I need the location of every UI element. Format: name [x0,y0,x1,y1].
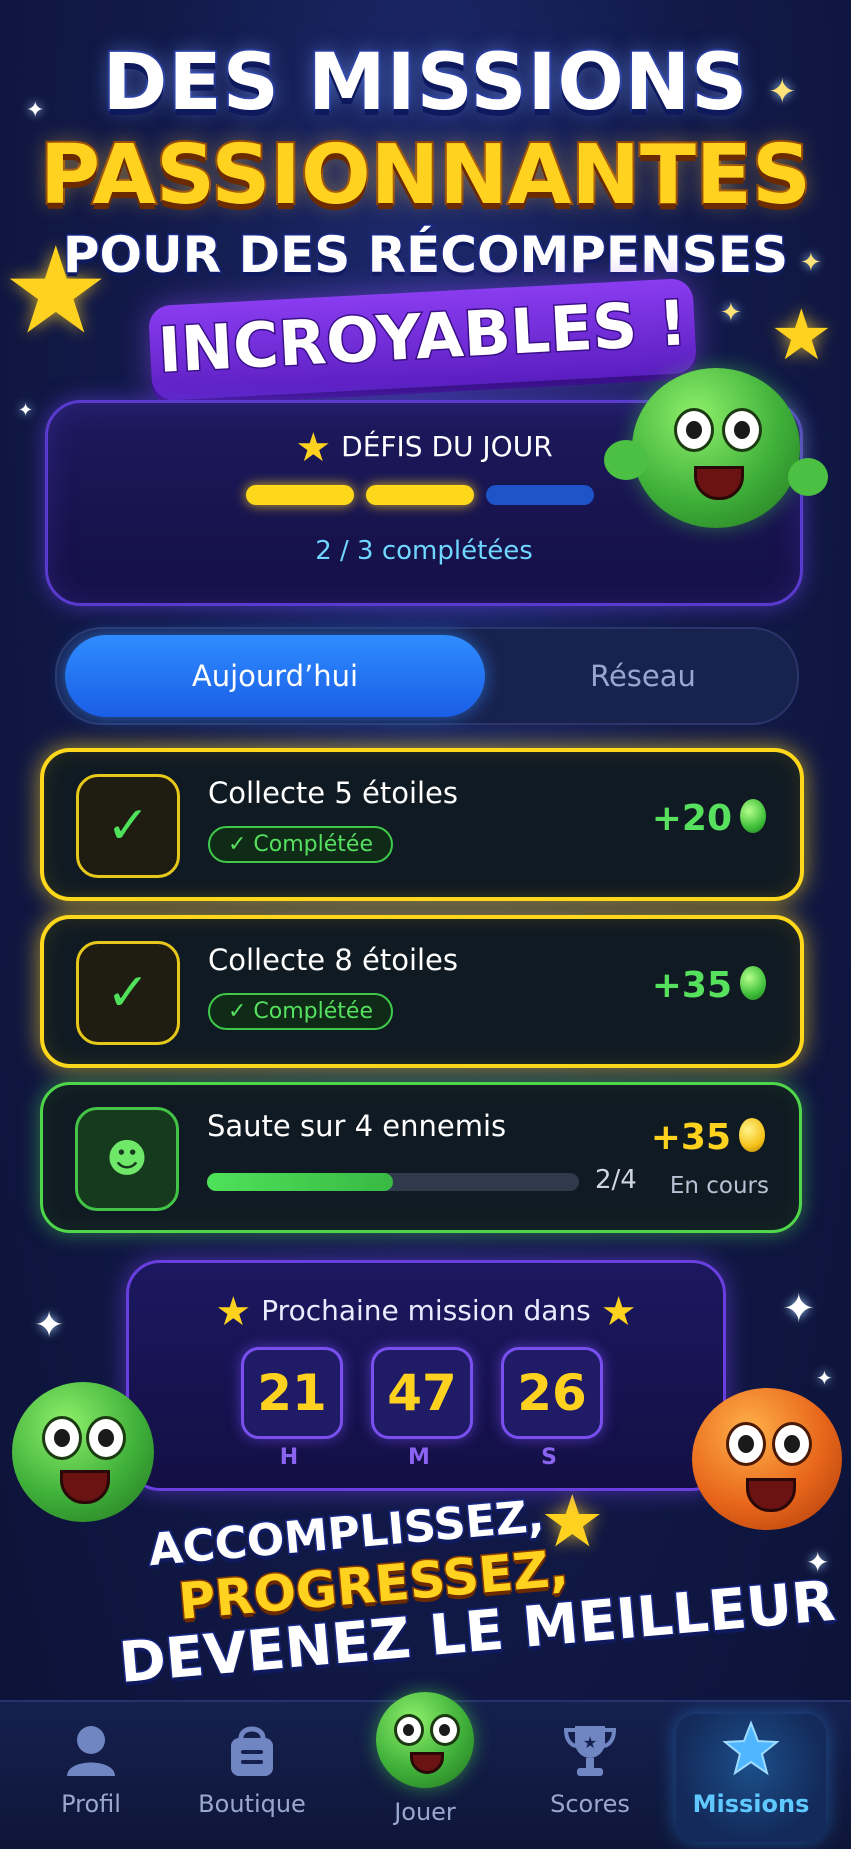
shop-bag-icon [231,1726,273,1776]
tab-network[interactable]: Réseau [497,635,789,717]
daily-progress-segment [246,485,354,505]
nav-label: Scores [550,1790,630,1818]
mission-tabs: Aujourd’hui Réseau [55,627,799,725]
sparkle-icon: ✦ [782,1286,816,1332]
profile-icon [67,1726,115,1776]
mission-reward: +20 [652,798,766,839]
nav-label: Jouer [394,1798,456,1826]
nav-scores[interactable]: ★ Scores [515,1702,665,1849]
next-mission-countdown: ★ Prochaine mission dans ★ 21 47 26 H M S [126,1260,726,1491]
nav-label: Missions [692,1790,810,1818]
sparkle-icon: ✦ [34,1305,65,1346]
nav-missions[interactable]: Missions [676,1714,826,1842]
star-icon: ★ [215,1289,252,1335]
mission-status: En cours [669,1173,769,1199]
mission-card[interactable]: ☻ Saute sur 4 ennemis 2/4 +35 En cours [40,1082,802,1233]
mission-card[interactable]: ✓ Collecte 8 étoiles ✓ Complétée +35 [40,915,804,1068]
trophy-icon: ★ [563,1726,617,1776]
mascot-hand [604,440,648,480]
mission-title: Collecte 8 étoiles [208,943,459,977]
green-mascot [12,1382,154,1522]
sparkle-icon: ✦ [720,298,742,328]
nav-shop[interactable]: Boutique [177,1702,327,1849]
completed-badge: ✓ Complétée [208,826,393,863]
mission-progress-bar [207,1173,579,1191]
countdown-hours: 21 [241,1347,343,1439]
check-icon: ✓ [76,774,180,878]
mission-title: Saute sur 4 ennemis [207,1109,507,1143]
green-mascot [632,368,800,528]
enemy-icon: ☻ [75,1107,179,1211]
mission-reward: +35 [651,1117,765,1158]
nav-play[interactable]: Jouer [350,1692,500,1849]
daily-title-text: DÉFIS DU JOUR [341,430,553,463]
completed-badge: ✓ Complétée [208,993,393,1030]
star-icon: ★ [295,425,332,471]
sparkle-icon: ✦ [18,400,34,421]
mascot-hand [788,458,828,496]
countdown-title: ★ Prochaine mission dans ★ [129,1289,723,1335]
nav-profile[interactable]: Profil [16,1702,166,1849]
orange-mascot [692,1388,842,1530]
nav-label: Boutique [198,1790,306,1818]
hours-label: H [279,1445,299,1470]
daily-progress-segment [486,485,594,505]
sparkle-icon: ✦ [816,1366,833,1390]
minutes-label: M [408,1445,430,1470]
mission-progress-fill [207,1173,393,1191]
check-icon: ✓ [76,941,180,1045]
reward-amount: +35 [651,965,732,1006]
reward-amount: +20 [651,798,732,839]
mission-title: Collecte 5 étoiles [208,776,459,810]
bottom-nav: Profil Boutique Jouer ★ Scores Missions [0,1692,851,1849]
daily-progress-segment [366,485,474,505]
star-icon [722,1720,780,1776]
daily-completed-count: 2 / 3 complétées [315,536,533,566]
nav-label: Profil [61,1790,121,1818]
gem-icon [740,966,766,1000]
countdown-minutes: 47 [371,1347,473,1439]
svg-text:★: ★ [583,1733,597,1752]
star-icon: ★ [770,294,833,376]
countdown-title-text: Prochaine mission dans [261,1294,591,1327]
gem-icon [740,799,766,833]
mission-card[interactable]: ✓ Collecte 5 étoiles ✓ Complétée +20 [40,748,804,901]
star-icon: ★ [600,1289,637,1335]
countdown-seconds: 26 [501,1347,603,1439]
hero-title-line2: PASSIONNANTES [38,126,813,225]
tab-today[interactable]: Aujourd’hui [65,635,485,717]
seconds-label: S [541,1445,557,1470]
coin-icon [739,1118,765,1152]
hero-title-line1: DES MISSIONS [101,36,750,130]
reward-amount: +35 [650,1117,731,1158]
hero-title-line3: POUR DES RÉCOMPENSES [61,225,789,286]
mission-progress-text: 2/4 [595,1165,637,1195]
play-mascot-icon [376,1692,474,1788]
mission-reward: +35 [652,965,766,1006]
